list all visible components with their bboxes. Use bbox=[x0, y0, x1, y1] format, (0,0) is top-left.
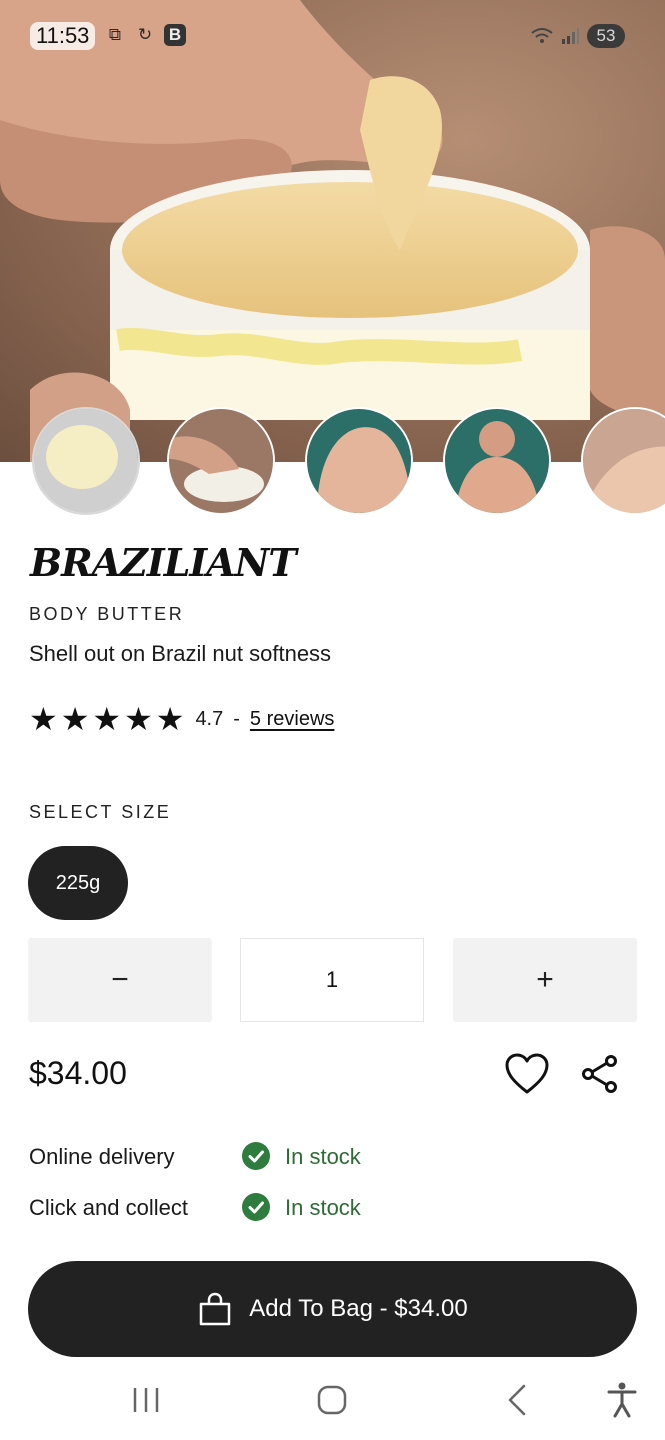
availability-row-online: Online delivery In stock bbox=[29, 1141, 629, 1173]
product-name: BRAZILIANT bbox=[30, 540, 297, 585]
availability-status: In stock bbox=[285, 1144, 361, 1169]
status-bar: 11:53 ⧉ ↻ B 53 bbox=[0, 0, 665, 72]
thumbnail-3[interactable] bbox=[305, 407, 413, 515]
quantity-value[interactable]: 1 bbox=[240, 938, 424, 1022]
product-tagline: Shell out on Brazil nut softness bbox=[29, 641, 332, 666]
back-icon[interactable] bbox=[498, 1380, 538, 1420]
add-to-bag-label: Add To Bag - $34.00 bbox=[249, 1295, 468, 1322]
thumbnail-4[interactable] bbox=[443, 407, 551, 515]
star-icon: ★ bbox=[29, 701, 58, 737]
star-icon: ★ bbox=[92, 701, 122, 737]
product-price: $34.00 bbox=[29, 1055, 127, 1091]
availability-label: Online delivery bbox=[29, 1144, 175, 1169]
check-circle-icon bbox=[242, 1193, 270, 1221]
shopping-bag-icon bbox=[200, 1292, 231, 1326]
wishlist-heart-icon[interactable] bbox=[504, 1052, 550, 1096]
rating-row: ★ ★ ★ ★ ★ 4.7 - 5 reviews bbox=[29, 703, 334, 735]
signal-icon bbox=[559, 25, 581, 47]
select-size-label: SELECT SIZE bbox=[29, 802, 172, 822]
availability-label: Click and collect bbox=[29, 1195, 188, 1220]
accessibility-icon[interactable] bbox=[602, 1380, 642, 1420]
system-navigation-bar bbox=[0, 1362, 665, 1440]
star-icon: ★ bbox=[60, 701, 90, 737]
star-icon: ★ bbox=[155, 701, 185, 737]
screenshot-icon: ⧉ bbox=[108, 25, 122, 44]
wifi-icon bbox=[531, 25, 553, 47]
thumbnail-1[interactable] bbox=[32, 407, 140, 515]
availability-status: In stock bbox=[285, 1195, 361, 1220]
thumbnail-5[interactable] bbox=[581, 407, 665, 515]
star-icon: ★ bbox=[124, 701, 153, 737]
add-to-bag-button[interactable]: Add To Bag - $34.00 bbox=[28, 1261, 637, 1357]
thumbnail-2[interactable] bbox=[167, 407, 275, 515]
sync-icon: ↻ bbox=[137, 25, 153, 44]
quantity-increase-button[interactable]: + bbox=[453, 938, 637, 1022]
recent-apps-icon[interactable] bbox=[126, 1380, 166, 1420]
status-time: 11:53 bbox=[30, 22, 96, 50]
share-icon[interactable] bbox=[580, 1054, 620, 1094]
home-icon[interactable] bbox=[312, 1380, 352, 1420]
battery-icon: 53 bbox=[587, 24, 625, 48]
b-icon: B bbox=[164, 24, 186, 46]
quantity-decrease-button[interactable]: − bbox=[28, 938, 212, 1022]
check-circle-icon bbox=[242, 1142, 270, 1170]
size-option-225g[interactable]: 225g bbox=[28, 846, 128, 920]
product-category: BODY BUTTER bbox=[29, 604, 185, 624]
image-thumbnail-strip[interactable] bbox=[0, 405, 665, 517]
rating-value: 4.7 bbox=[195, 707, 224, 730]
reviews-link[interactable]: 5 reviews bbox=[250, 708, 334, 731]
availability-row-click-collect: Click and collect In stock bbox=[29, 1192, 629, 1224]
rating-separator: - bbox=[233, 707, 240, 730]
